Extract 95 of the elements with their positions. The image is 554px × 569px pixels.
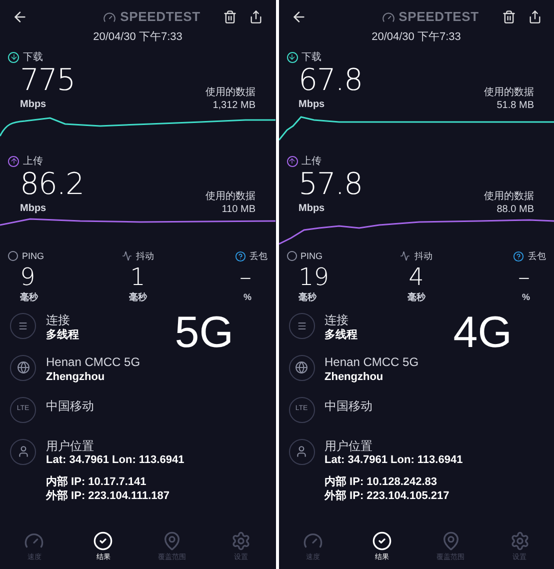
- metric-label: 丢包: [528, 250, 546, 262]
- connection-title: 连接: [46, 312, 71, 328]
- trash-icon: [223, 10, 238, 24]
- speed-label: 上传: [23, 154, 43, 168]
- metric-unit: %: [522, 291, 531, 304]
- server-city: Zhengzhou: [46, 370, 106, 384]
- connections-icon: [288, 312, 314, 338]
- server-name: Henan CMCC 5G: [46, 354, 140, 370]
- globe-icon: [10, 354, 36, 380]
- gauge-icon: [24, 530, 44, 550]
- speed-label: 下载: [23, 50, 43, 64]
- data-used-label: 使用的数据: [484, 86, 534, 98]
- metric-value: 9: [19, 263, 36, 291]
- jitter-icon: [122, 251, 132, 262]
- location-title: 用户位置: [46, 438, 95, 452]
- upload-icon: [8, 156, 19, 166]
- metric-label: 抖动: [136, 250, 154, 262]
- internal-ip: 内部 IP: 10.17.7.141: [46, 474, 148, 488]
- check-circle-icon: [372, 530, 392, 550]
- download-icon: [8, 52, 19, 62]
- connections-icon: [10, 312, 36, 338]
- data-used-label: 使用的数据: [206, 190, 256, 202]
- metric-value: 19: [298, 263, 330, 291]
- upload-icon: [286, 156, 298, 166]
- metric-unit: 毫秒: [407, 291, 426, 304]
- test-datetime: 20/04/30 下午7:33: [372, 30, 461, 45]
- share-icon: [528, 10, 542, 24]
- metric-value: –: [518, 263, 531, 291]
- map-pin-icon: [440, 530, 461, 550]
- speed-unit: Mbps: [298, 98, 326, 112]
- data-used-value: 51.8 MB: [496, 98, 534, 112]
- internal-ip: 内部 IP: 10.128.242.83: [324, 474, 438, 488]
- share-icon: [249, 10, 264, 24]
- speed-value: 67.8: [298, 64, 362, 96]
- delete-button[interactable]: [502, 10, 516, 24]
- carrier-name: 中国移动: [46, 398, 94, 414]
- external-ip: 外部 IP: 223.104.111.187: [46, 488, 171, 502]
- metric-label: 丢包: [250, 250, 268, 262]
- brand-logo: SPEEDTEST: [120, 8, 200, 26]
- user-icon: [10, 438, 36, 464]
- network-type-label: 5G: [174, 312, 234, 352]
- data-used-label: 使用的数据: [206, 86, 256, 98]
- speed-label: 上传: [302, 154, 322, 168]
- server-name: Henan CMCC 5G: [324, 354, 419, 370]
- speed-value: 775: [20, 64, 76, 96]
- metric-label: PING: [22, 250, 44, 262]
- data-used-value: 110 MB: [222, 202, 256, 216]
- brand-logo: SPEEDTEST: [398, 8, 479, 26]
- data-used-value: 88.0 MB: [496, 202, 534, 216]
- data-used-label: 使用的数据: [484, 190, 534, 202]
- metric-value: 1: [130, 263, 146, 291]
- speed-value: 57.8: [298, 168, 362, 200]
- jitter-icon: [400, 251, 410, 262]
- metric-value: 4: [408, 263, 424, 291]
- location-coords: Lat: 34.7961 Lon: 113.6941: [46, 452, 184, 466]
- delete-button[interactable]: [223, 10, 238, 24]
- help-icon: [513, 250, 524, 262]
- settings-icon: [231, 530, 252, 550]
- check-circle-icon: [93, 530, 114, 550]
- share-button[interactable]: [249, 10, 264, 24]
- download-icon: [286, 52, 298, 62]
- help-icon: [234, 250, 246, 262]
- map-pin-icon: [162, 530, 182, 550]
- connection-value: 多线程: [324, 328, 358, 342]
- gauge-icon: [302, 530, 323, 550]
- external-ip: 外部 IP: 223.104.105.217: [324, 488, 450, 502]
- server-city: Zhengzhou: [324, 370, 384, 384]
- metric-unit: 毫秒: [128, 291, 147, 304]
- share-button[interactable]: [528, 10, 542, 24]
- metric-unit: 毫秒: [298, 291, 316, 304]
- gauge-icon: [382, 10, 395, 24]
- speed-unit: Mbps: [20, 202, 48, 216]
- metric-value: –: [240, 263, 252, 291]
- data-used-value: 1,312 MB: [212, 98, 256, 112]
- carrier-name: 中国移动: [324, 398, 372, 414]
- location-title: 用户位置: [324, 438, 374, 452]
- globe-icon: [288, 354, 314, 380]
- speed-unit: Mbps: [298, 202, 326, 216]
- connection-title: 连接: [324, 312, 350, 328]
- back-arrow-icon: [290, 9, 306, 25]
- metric-label: PING: [300, 250, 323, 262]
- test-datetime: 20/04/30 下午7:33: [93, 30, 182, 45]
- metric-unit: %: [243, 291, 252, 304]
- connection-value: 多线程: [46, 328, 79, 342]
- speed-label: 下载: [302, 50, 322, 64]
- metric-label: 抖动: [414, 250, 432, 262]
- user-icon: [288, 438, 314, 464]
- location-coords: Lat: 34.7961 Lon: 113.6941: [324, 452, 463, 466]
- speed-value: 86.2: [20, 168, 84, 200]
- settings-icon: [510, 530, 530, 550]
- speed-unit: Mbps: [20, 98, 48, 112]
- gauge-icon: [103, 10, 116, 24]
- trash-icon: [502, 10, 516, 24]
- metric-unit: 毫秒: [19, 291, 38, 304]
- network-type-label: 4G: [453, 312, 512, 352]
